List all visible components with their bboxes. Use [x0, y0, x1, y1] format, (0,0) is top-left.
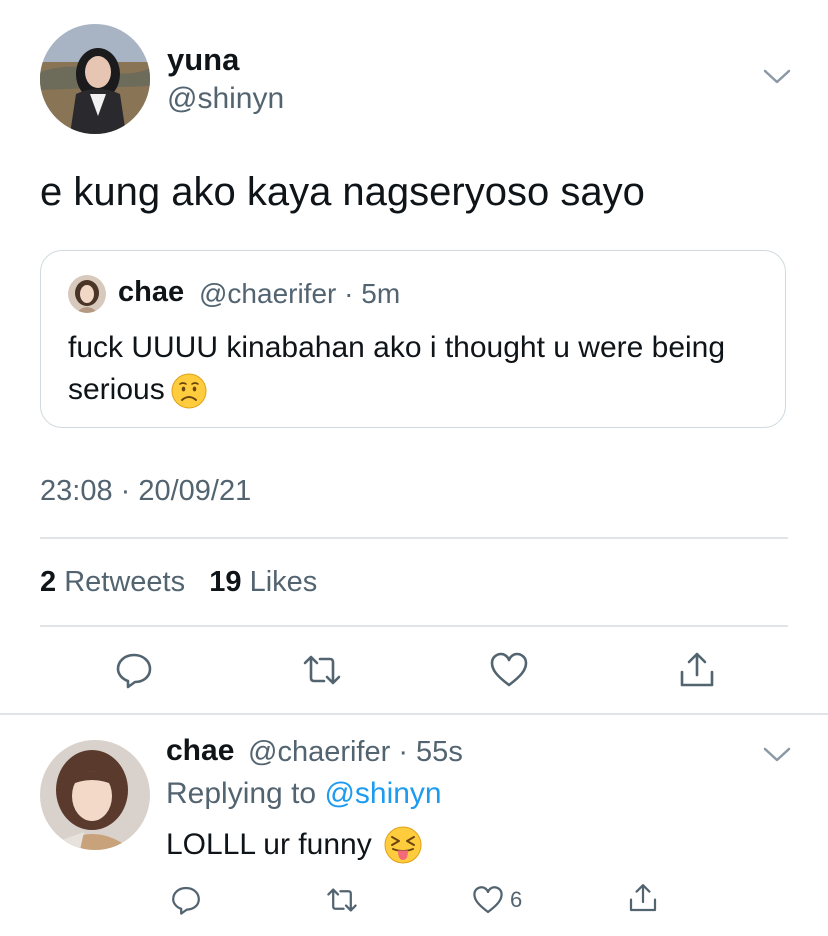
- likes-label: Likes: [249, 566, 318, 598]
- chevron-down-icon[interactable]: [760, 742, 794, 766]
- quoted-time: · 5m: [344, 278, 401, 309]
- divider: [0, 713, 828, 715]
- worried-face-emoji-icon: [171, 373, 207, 409]
- reply-icon[interactable]: [114, 650, 154, 690]
- reply-author-avatar[interactable]: [40, 740, 150, 850]
- retweet-icon[interactable]: [302, 650, 342, 690]
- likes-stat[interactable]: 19 Likes: [209, 566, 317, 598]
- reply-author-name[interactable]: chae: [166, 734, 234, 768]
- reply-author-meta: @chaerifer · 55s: [248, 736, 463, 769]
- replying-to-mention[interactable]: @shinyn: [324, 777, 441, 810]
- quoted-author-name: chae: [118, 276, 185, 308]
- divider: [40, 625, 788, 627]
- chevron-down-icon[interactable]: [760, 64, 794, 88]
- tweet-stats: 2 Retweets 19 Likes: [40, 566, 317, 599]
- retweet-icon[interactable]: [326, 884, 358, 916]
- likes-count: 19: [209, 566, 242, 598]
- retweets-label: Retweets: [64, 566, 186, 598]
- share-icon[interactable]: [677, 650, 717, 690]
- like-heart-icon[interactable]: [489, 650, 529, 690]
- reply-author-handle[interactable]: @chaerifer: [248, 736, 390, 768]
- retweets-stat[interactable]: 2 Retweets: [40, 566, 185, 598]
- author-handle[interactable]: @shinyn: [167, 82, 284, 116]
- replying-to: Replying to @shinyn: [166, 777, 442, 811]
- quoted-text-content: fuck UUUU kinabahan ako i thought u were…: [68, 331, 726, 406]
- share-icon[interactable]: [627, 882, 659, 914]
- author-avatar[interactable]: [40, 24, 150, 134]
- quoted-tweet-text: fuck UUUU kinabahan ako i thought u were…: [68, 327, 758, 411]
- author-name[interactable]: yuna: [167, 42, 239, 78]
- like-heart-icon[interactable]: [472, 884, 504, 916]
- reply-text: LOLLL ur funny: [166, 826, 422, 864]
- replying-to-label: Replying to: [166, 777, 317, 810]
- quoted-author-meta: @chaerifer · 5m: [199, 278, 400, 310]
- tweet-timestamp[interactable]: 23:08 · 20/09/21: [40, 475, 251, 508]
- quoted-author-handle: @chaerifer: [199, 278, 337, 309]
- reply-like-count: 6: [510, 887, 523, 912]
- quoted-author-avatar: [68, 275, 106, 313]
- reply-time: · 55s: [398, 736, 463, 768]
- reply-like-control[interactable]: 6: [472, 884, 522, 916]
- tweet-text: e kung ako kaya nagseryoso sayo: [40, 170, 645, 214]
- squinting-tongue-emoji-icon: [384, 826, 422, 864]
- reply-icon[interactable]: [170, 884, 202, 916]
- divider: [40, 537, 788, 539]
- retweets-count: 2: [40, 566, 57, 598]
- reply-text-content: LOLLL ur funny: [166, 828, 372, 861]
